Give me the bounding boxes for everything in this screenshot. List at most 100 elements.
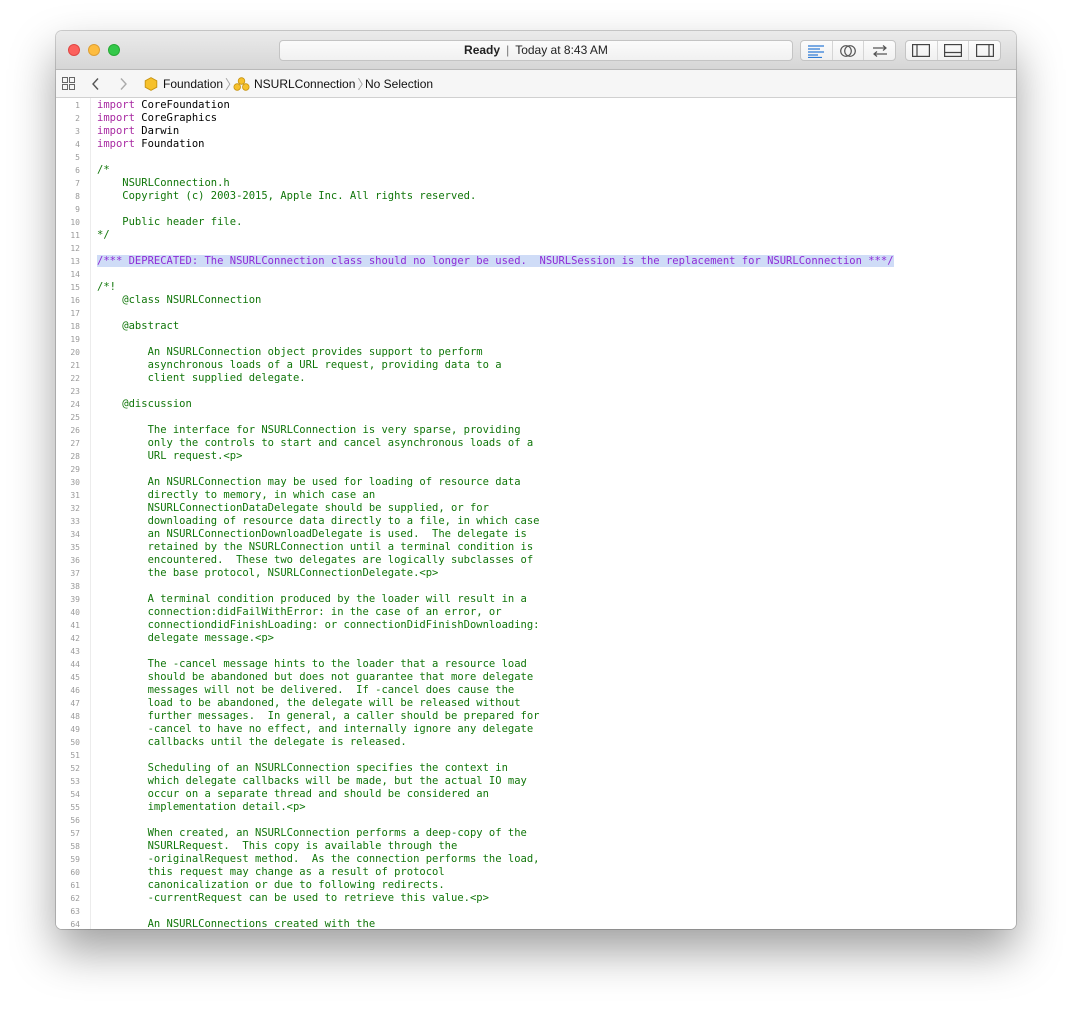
line-number: 56	[70, 816, 80, 825]
editor-mode-segmented-control	[800, 40, 896, 61]
comment-text: An NSURLConnection may be used for loadi…	[97, 476, 521, 488]
line-number: 28	[70, 452, 80, 461]
line-number: 45	[70, 673, 80, 682]
line-text: -originalRequest method. As the connecti…	[97, 853, 540, 866]
line-number: 15	[70, 283, 80, 292]
code-line: 7 NSURLConnection.h	[56, 177, 1016, 190]
line-number: 31	[70, 491, 80, 500]
line-text: The -cancel message hints to the loader …	[97, 658, 527, 671]
comment-text: this request may change as a result of p…	[97, 866, 445, 878]
line-text: this request may change as a result of p…	[97, 866, 445, 879]
jumpbar-crumb-module[interactable]: Foundation 〉	[144, 70, 240, 97]
line-text: An NSURLConnection object provides suppo…	[97, 346, 483, 359]
comment-text: connectiondidFinishLoading: or connectio…	[97, 619, 540, 631]
code-line: 32 NSURLConnectionDataDelegate should be…	[56, 502, 1016, 515]
navigator-pane-icon	[912, 44, 931, 57]
comment-text: implementation detail.<p>	[97, 801, 306, 813]
line-number: 8	[75, 192, 80, 201]
line-text: */	[97, 229, 110, 242]
code-line: 14	[56, 268, 1016, 281]
code-line: 45 should be abandoned but does not guar…	[56, 671, 1016, 684]
assistant-editor-button[interactable]	[833, 41, 865, 60]
jumpbar-crumb-file-label: NSURLConnection	[254, 76, 356, 91]
line-number: 50	[70, 738, 80, 747]
comment-text: Scheduling of an NSURLConnection specifi…	[97, 762, 508, 774]
comment-text: load to be abandoned, the delegate will …	[97, 697, 521, 709]
keyword: import	[97, 125, 135, 137]
standard-editor-button[interactable]	[801, 41, 833, 60]
line-number: 42	[70, 634, 80, 643]
line-text: The interface for NSURLConnection is ver…	[97, 424, 521, 437]
code-line: 64 An NSURLConnections created with the	[56, 918, 1016, 929]
source-editor[interactable]: 1 import CoreFoundation 2 import CoreGraphi…	[56, 98, 1016, 929]
line-number: 46	[70, 686, 80, 695]
back-button[interactable]	[91, 70, 101, 97]
module-name: Foundation	[134, 138, 205, 150]
line-text: messages will not be delivered. If -canc…	[97, 684, 515, 697]
comment-text: @abstract	[97, 320, 180, 332]
code-line: 24 @discussion	[56, 398, 1016, 411]
comment-text: connection:didFailWithError: in the case…	[97, 606, 502, 618]
comment-text: NSURLRequest. This copy is available thr…	[97, 840, 458, 852]
comment-text: NSURLConnection.h	[97, 177, 230, 189]
line-text: retained by the NSURLConnection until a …	[97, 541, 534, 554]
line-number: 12	[70, 244, 80, 253]
line-number: 10	[70, 218, 80, 227]
code-line: 46 messages will not be delivered. If -c…	[56, 684, 1016, 697]
close-window-button[interactable]	[68, 44, 80, 56]
line-number: 5	[75, 153, 80, 162]
activity-status: Ready	[464, 43, 501, 57]
comment-text: A terminal condition produced by the loa…	[97, 593, 527, 605]
keyword: import	[97, 112, 135, 124]
zoom-window-button[interactable]	[108, 44, 120, 56]
line-text: NSURLRequest. This copy is available thr…	[97, 840, 458, 853]
line-text: /*** DEPRECATED: The NSURLConnection cla…	[97, 255, 894, 268]
code-line: 36 encountered. These two delegates are …	[56, 554, 1016, 567]
comment-text: only the controls to start and cancel as…	[97, 437, 534, 449]
line-number: 37	[70, 569, 80, 578]
line-text: An NSURLConnection may be used for loadi…	[97, 476, 521, 489]
standard-editor-icon	[808, 44, 825, 58]
toggle-debug-area-button[interactable]	[938, 41, 970, 60]
line-number: 59	[70, 855, 80, 864]
code-line: 16 @class NSURLConnection	[56, 294, 1016, 307]
comment-text: retained by the NSURLConnection until a …	[97, 541, 534, 553]
utilities-pane-icon	[975, 44, 994, 57]
line-number: 32	[70, 504, 80, 513]
code-line: 57 When created, an NSURLConnection perf…	[56, 827, 1016, 840]
code-line: 2 import CoreGraphics	[56, 112, 1016, 125]
code-line: 17	[56, 307, 1016, 320]
toggle-navigator-button[interactable]	[906, 41, 938, 60]
line-text: NSURLConnectionDataDelegate should be su…	[97, 502, 489, 515]
code-line: 54 occur on a separate thread and should…	[56, 788, 1016, 801]
toggle-utilities-button[interactable]	[969, 41, 1000, 60]
version-editor-button[interactable]	[864, 41, 895, 60]
code-line: 63	[56, 905, 1016, 918]
forward-button[interactable]	[118, 70, 128, 97]
related-items-button[interactable]	[62, 70, 75, 97]
comment-text: directly to memory, in which case an	[97, 489, 376, 501]
line-number: 2	[75, 114, 80, 123]
code-line: 13 /*** DEPRECATED: The NSURLConnection c…	[56, 255, 1016, 268]
code-line: 20 An NSURLConnection object provides su…	[56, 346, 1016, 359]
comment-text: canonicalization or due to following red…	[97, 879, 445, 891]
jumpbar-crumb-file[interactable]: NSURLConnection 〉	[233, 70, 372, 97]
code-line: 33 downloading of resource data directly…	[56, 515, 1016, 528]
minimize-window-button[interactable]	[88, 44, 100, 56]
jumpbar-crumb-selection-label: No Selection	[365, 76, 434, 91]
line-number: 54	[70, 790, 80, 799]
module-name: CoreGraphics	[134, 112, 218, 124]
line-number: 39	[70, 595, 80, 604]
line-number: 22	[70, 374, 80, 383]
code-line: 61 canonicalization or due to following …	[56, 879, 1016, 892]
comment-text: -originalRequest method. As the connecti…	[97, 853, 540, 865]
line-text: only the controls to start and cancel as…	[97, 437, 534, 450]
code-line: 47 load to be abandoned, the delegate wi…	[56, 697, 1016, 710]
line-number: 63	[70, 907, 80, 916]
code-line: 35 retained by the NSURLConnection until…	[56, 541, 1016, 554]
line-text: connectiondidFinishLoading: or connectio…	[97, 619, 540, 632]
jumpbar-crumb-selection[interactable]: No Selection	[365, 70, 433, 97]
line-text: /*	[97, 164, 110, 177]
activity-viewer: Ready | Today at 8:43 AM	[279, 40, 793, 61]
comment-text: -cancel to have no effect, and internall…	[97, 723, 534, 735]
